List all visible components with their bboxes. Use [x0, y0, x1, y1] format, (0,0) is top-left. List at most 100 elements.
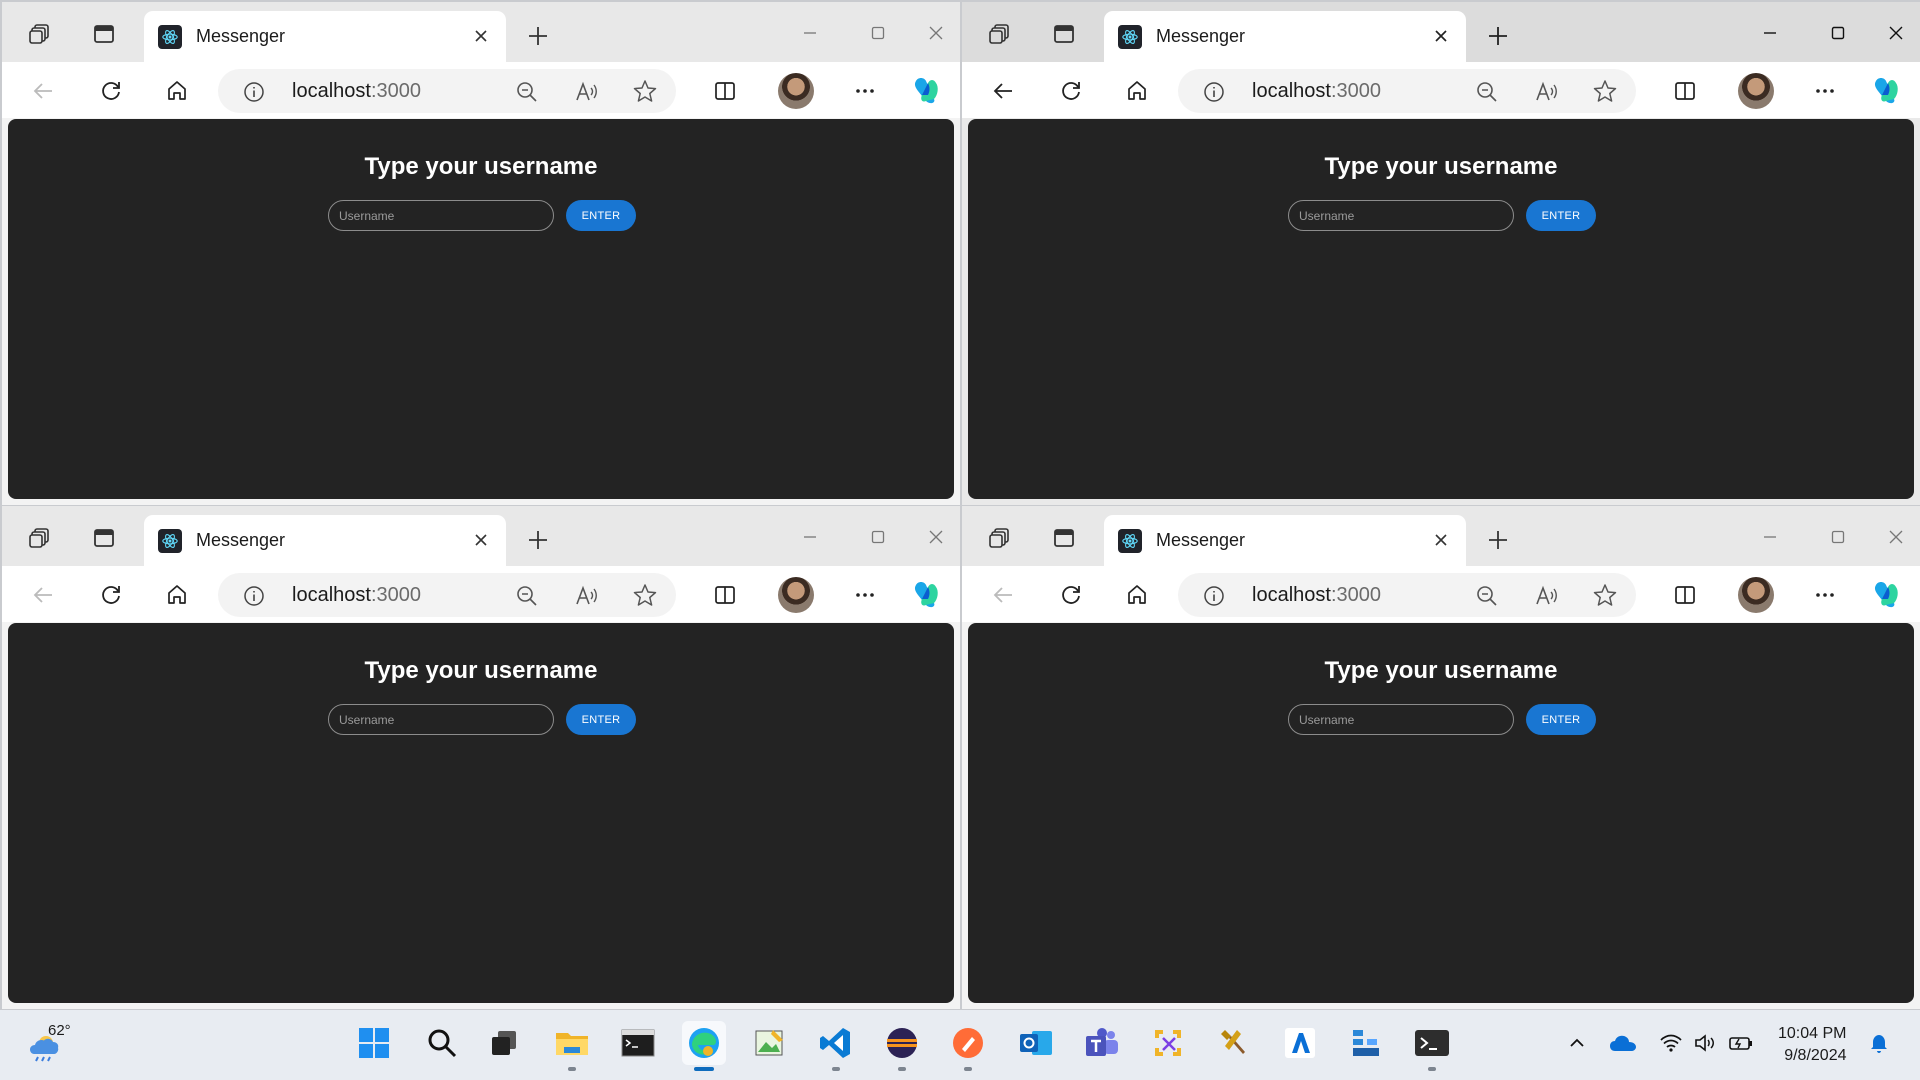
- profile-avatar[interactable]: [778, 577, 814, 613]
- more-options-icon[interactable]: [1808, 578, 1842, 612]
- workspaces-icon[interactable]: [986, 20, 1014, 48]
- show-hidden-icons-icon[interactable]: [1562, 1028, 1592, 1058]
- favorite-star-icon[interactable]: [632, 78, 658, 109]
- close-tab-icon[interactable]: [470, 25, 492, 47]
- username-field[interactable]: [1288, 704, 1514, 735]
- enter-button[interactable]: ENTER: [566, 704, 636, 735]
- maximize-icon[interactable]: [1818, 520, 1858, 554]
- clock[interactable]: 10:04 PM 9/8/2024: [1778, 1023, 1846, 1067]
- close-window-icon[interactable]: [1876, 520, 1916, 554]
- refresh-icon[interactable]: [94, 74, 128, 108]
- notifications-bell-icon[interactable]: [1864, 1028, 1894, 1058]
- copilot-icon[interactable]: [1868, 577, 1904, 613]
- tab-messenger[interactable]: Messenger: [144, 11, 506, 62]
- tab-actions-icon[interactable]: [1050, 524, 1078, 552]
- refresh-icon[interactable]: [1054, 578, 1088, 612]
- new-tab-icon[interactable]: [1484, 526, 1512, 554]
- back-icon[interactable]: [986, 74, 1020, 108]
- copilot-icon[interactable]: [908, 577, 944, 613]
- more-options-icon[interactable]: [848, 578, 882, 612]
- zoom-out-icon[interactable]: [1474, 79, 1500, 110]
- battery-icon[interactable]: [1726, 1028, 1756, 1058]
- close-window-icon[interactable]: [916, 520, 956, 554]
- username-field[interactable]: [328, 200, 554, 231]
- address-bar[interactable]: localhost:3000: [218, 69, 676, 113]
- site-info-icon[interactable]: [1202, 80, 1226, 104]
- vscode-button[interactable]: [814, 1021, 858, 1071]
- profile-avatar[interactable]: [1738, 73, 1774, 109]
- zoom-out-icon[interactable]: [1474, 583, 1500, 614]
- copilot-icon[interactable]: [908, 73, 944, 109]
- edge-button[interactable]: [682, 1021, 726, 1071]
- file-explorer-button[interactable]: [550, 1021, 594, 1071]
- terminal-button[interactable]: [1410, 1021, 1454, 1071]
- image-editor-button[interactable]: [748, 1021, 792, 1065]
- more-options-icon[interactable]: [848, 74, 882, 108]
- minimize-icon[interactable]: [790, 520, 830, 554]
- minimize-icon[interactable]: [1750, 16, 1790, 50]
- minimize-icon[interactable]: [790, 16, 830, 50]
- site-info-icon[interactable]: [242, 584, 266, 608]
- username-field[interactable]: [328, 704, 554, 735]
- site-info-icon[interactable]: [1202, 584, 1226, 608]
- split-screen-icon[interactable]: [708, 578, 742, 612]
- split-screen-icon[interactable]: [1668, 74, 1702, 108]
- username-input[interactable]: [1289, 201, 1513, 230]
- tools-button[interactable]: [1212, 1021, 1256, 1065]
- close-tab-icon[interactable]: [1430, 25, 1452, 47]
- read-aloud-icon[interactable]: [574, 583, 600, 614]
- close-tab-icon[interactable]: [1430, 529, 1452, 551]
- home-icon[interactable]: [1120, 74, 1154, 108]
- close-window-icon[interactable]: [1876, 16, 1916, 50]
- profile-avatar[interactable]: [1738, 577, 1774, 613]
- back-icon[interactable]: [986, 578, 1020, 612]
- split-screen-icon[interactable]: [708, 74, 742, 108]
- read-aloud-icon[interactable]: [1534, 79, 1560, 110]
- tab-actions-icon[interactable]: [90, 20, 118, 48]
- maximize-icon[interactable]: [858, 16, 898, 50]
- back-icon[interactable]: [26, 74, 60, 108]
- tab-messenger[interactable]: Messenger: [144, 515, 506, 566]
- username-input[interactable]: [329, 705, 553, 734]
- maximize-icon[interactable]: [858, 520, 898, 554]
- task-view-button[interactable]: [482, 1021, 526, 1065]
- username-field[interactable]: [1288, 200, 1514, 231]
- address-bar[interactable]: localhost:3000: [1178, 573, 1636, 617]
- username-input[interactable]: [329, 201, 553, 230]
- command-prompt-button[interactable]: [616, 1021, 660, 1065]
- profile-avatar[interactable]: [778, 73, 814, 109]
- site-info-icon[interactable]: [242, 80, 266, 104]
- search-button[interactable]: [420, 1021, 464, 1065]
- maximize-icon[interactable]: [1818, 16, 1858, 50]
- address-bar[interactable]: localhost:3000: [1178, 69, 1636, 113]
- back-icon[interactable]: [26, 578, 60, 612]
- close-tab-icon[interactable]: [470, 529, 492, 551]
- home-icon[interactable]: [1120, 578, 1154, 612]
- favorite-star-icon[interactable]: [632, 582, 658, 613]
- postman-button[interactable]: [946, 1021, 990, 1071]
- wifi-icon[interactable]: [1656, 1028, 1686, 1058]
- favorite-star-icon[interactable]: [1592, 582, 1618, 613]
- tab-messenger[interactable]: Messenger: [1104, 515, 1466, 566]
- address-bar[interactable]: localhost:3000: [218, 573, 676, 617]
- split-screen-icon[interactable]: [1668, 578, 1702, 612]
- tab-actions-icon[interactable]: [90, 524, 118, 552]
- zoom-out-icon[interactable]: [514, 583, 540, 614]
- favorite-star-icon[interactable]: [1592, 78, 1618, 109]
- enter-button[interactable]: ENTER: [1526, 200, 1596, 231]
- workspaces-icon[interactable]: [26, 20, 54, 48]
- close-window-icon[interactable]: [916, 16, 956, 50]
- new-tab-icon[interactable]: [524, 526, 552, 554]
- network-app-button[interactable]: [1344, 1021, 1388, 1065]
- refresh-icon[interactable]: [1054, 74, 1088, 108]
- tab-messenger[interactable]: Messenger: [1104, 11, 1466, 62]
- tab-actions-icon[interactable]: [1050, 20, 1078, 48]
- onedrive-icon[interactable]: [1608, 1028, 1638, 1058]
- more-options-icon[interactable]: [1808, 74, 1842, 108]
- refresh-icon[interactable]: [94, 578, 128, 612]
- home-icon[interactable]: [160, 578, 194, 612]
- copilot-icon[interactable]: [1868, 73, 1904, 109]
- enter-button[interactable]: ENTER: [566, 200, 636, 231]
- start-button[interactable]: [352, 1021, 396, 1065]
- username-input[interactable]: [1289, 705, 1513, 734]
